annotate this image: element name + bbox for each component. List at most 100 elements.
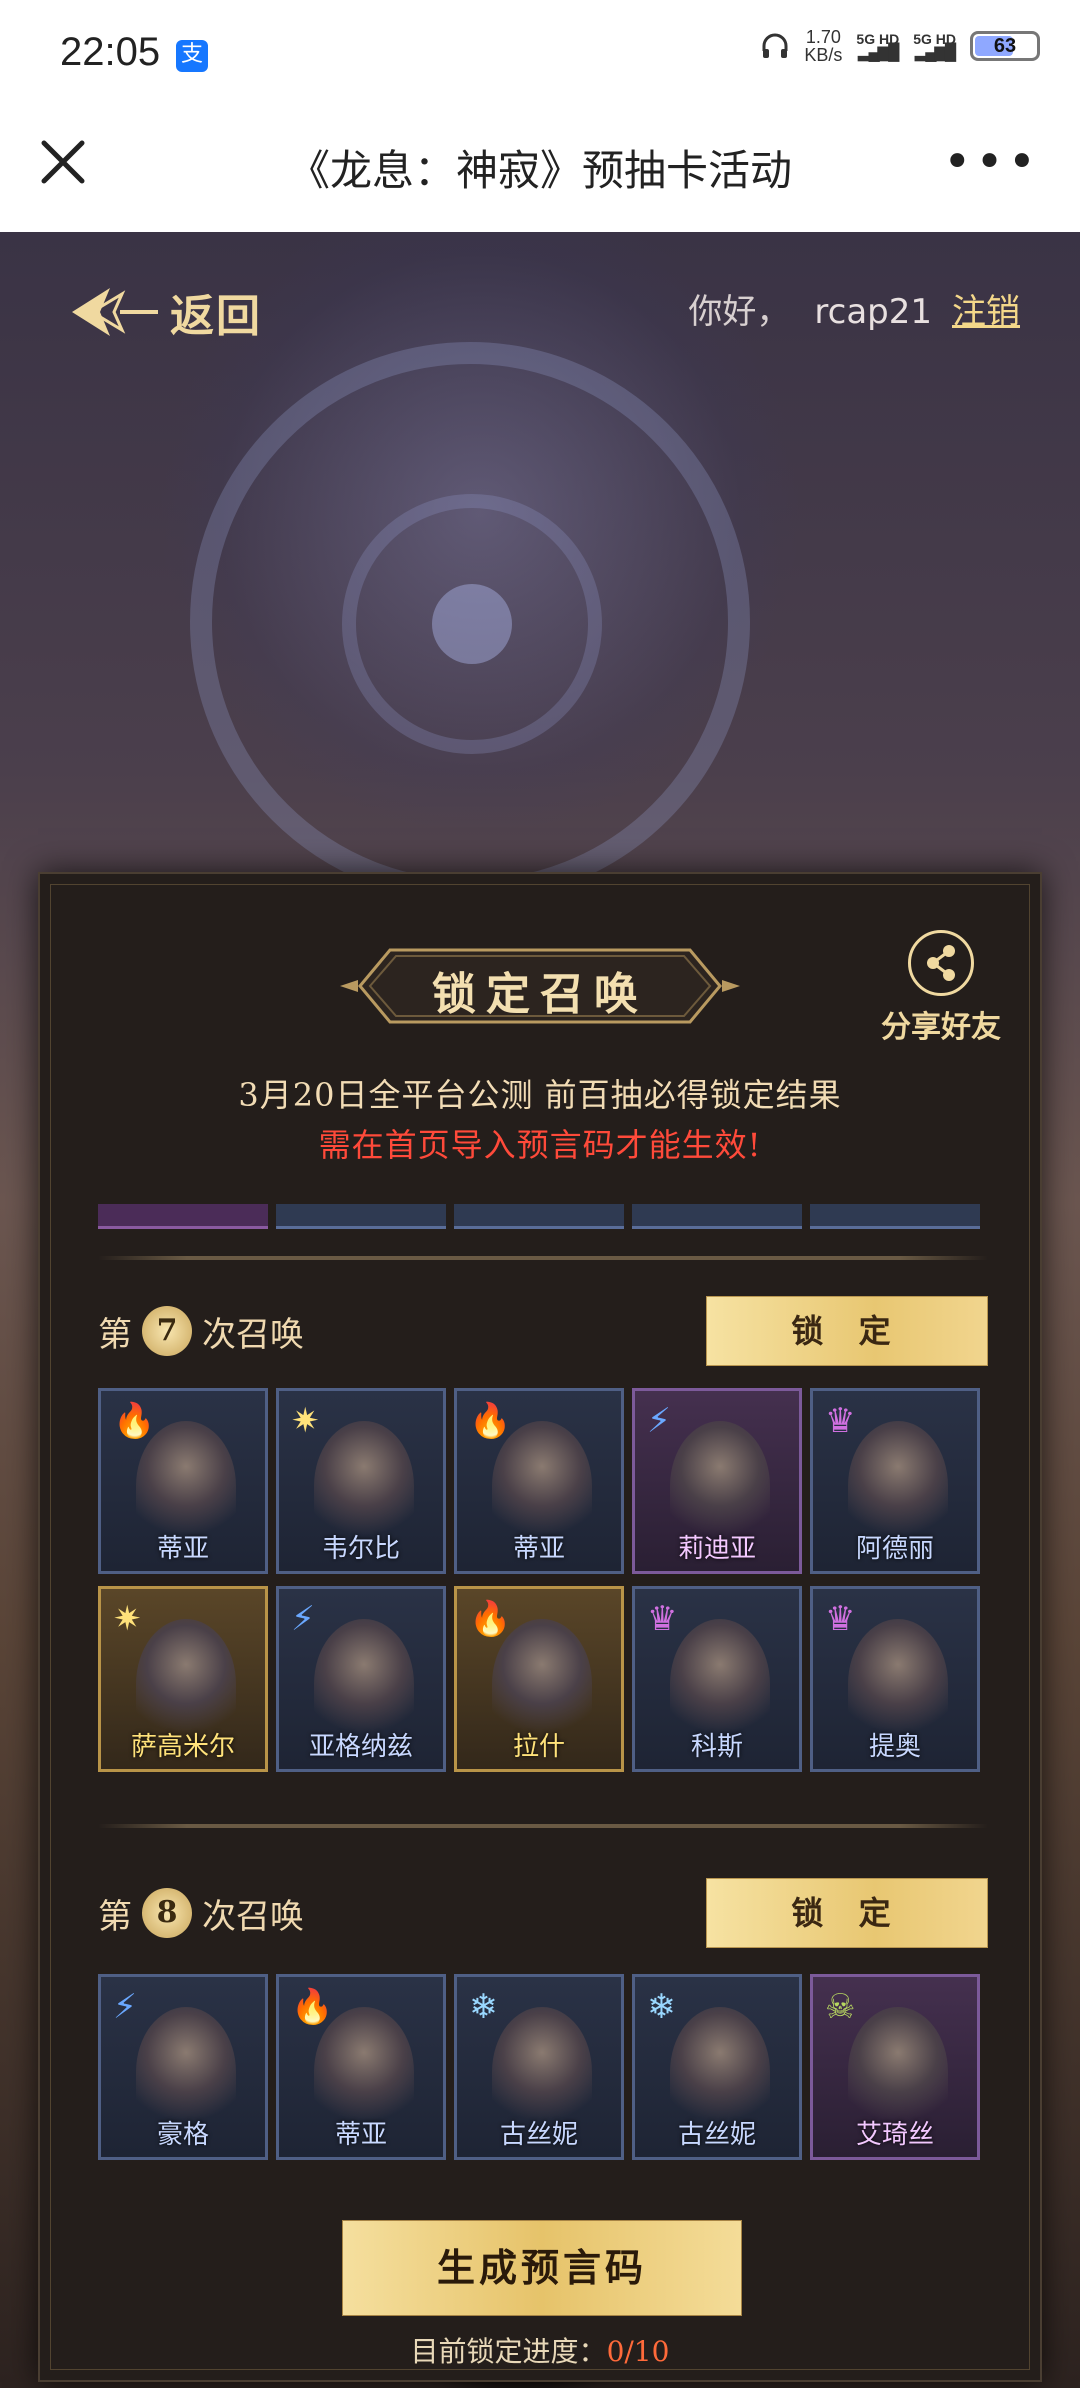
status-indicators: 1.70 KB/s 5G HD ▂▄▆█ 5G HD ▂▄▆█ 63 (760, 28, 1040, 64)
round-7-header: 第 7 次召唤 锁 定 (98, 1296, 988, 1366)
ice-element-icon: ❄ (647, 1987, 676, 2027)
background-wheel (190, 342, 750, 902)
lock-round-7-button[interactable]: 锁 定 (706, 1296, 988, 1366)
hero-card[interactable]: ⚡ 亚格纳兹 (276, 1586, 446, 1772)
signal-sim1: 5G HD ▂▄▆█ (856, 32, 899, 61)
lock-summon-panel: 锁定召唤 分享好友 3月20日全平台公测 前百抽必得锁定结果 需在首页导入预言码… (38, 872, 1042, 2382)
webview-title-bar: 《龙息：神寂》预抽卡活动 ••• (0, 92, 1080, 232)
round-prefix: 第 (98, 1896, 132, 1937)
page-title: 《龙息：神寂》预抽卡活动 (287, 146, 792, 195)
dark-element-icon: ♛ (825, 1401, 856, 1441)
hero-name: 豪格 (156, 2120, 209, 2150)
launch-notice: 3月20日全平台公测 前百抽必得锁定结果 (238, 1076, 842, 1114)
round-number-badge: 8 (142, 1888, 192, 1938)
lightning-element-icon: ⚡ (647, 1401, 671, 1441)
share-friends-button[interactable]: 分享好友 (876, 930, 1006, 1046)
hero-name: 蒂亚 (512, 1534, 565, 1564)
divider (98, 1256, 988, 1260)
hero-card[interactable]: ✷ 韦尔比 (276, 1388, 446, 1574)
progress-value: 0/10 (606, 2335, 670, 2368)
hero-card[interactable]: ♛ 科斯 (632, 1586, 802, 1772)
hero-name: 亚格纳兹 (308, 1732, 413, 1762)
hero-card[interactable]: ❄ 古丝妮 (632, 1974, 802, 2160)
alipay-icon: 支 (176, 40, 208, 72)
hero-card[interactable]: 🔥 蒂亚 (276, 1974, 446, 2160)
hero-name: 韦尔比 (321, 1534, 400, 1564)
fire-element-icon: 🔥 (469, 1401, 512, 1441)
hero-name: 拉什 (512, 1732, 565, 1762)
hero-card[interactable]: 🔥 蒂亚 (98, 1388, 268, 1574)
user-greeting: 你好， rcap21 注销 (688, 284, 1020, 333)
signal-bars-icon: ▂▄▆█ (858, 44, 899, 61)
round-number-badge: 7 (142, 1306, 192, 1356)
hero-card[interactable]: 🔥 拉什 (454, 1586, 624, 1772)
round-8-cards: ⚡ 豪格 🔥 蒂亚 ❄ 古丝妮 ❄ 古丝妮 ☠ 艾琦丝 (98, 1974, 988, 2160)
status-time: 22:05 (60, 30, 161, 74)
fire-element-icon: 🔥 (113, 1401, 156, 1441)
hero-card[interactable]: ⚡ 莉迪亚 (632, 1388, 802, 1574)
lightning-element-icon: ⚡ (113, 1987, 137, 2027)
round-label: 第 8 次召唤 (98, 1888, 304, 1938)
progress-label: 目前锁定进度： (410, 2335, 607, 2368)
hero-card[interactable]: ⚡ 豪格 (98, 1974, 268, 2160)
hero-name: 萨高米尔 (130, 1732, 235, 1762)
game-page: 返回 你好， rcap21 注销 锁定召唤 分享好友 3月20日全平台公测 前百抽必… (0, 232, 1080, 2388)
import-warning: 需在首页导入预言码才能生效! (318, 1126, 762, 1164)
back-button[interactable]: 返回 (70, 280, 262, 344)
hero-card[interactable]: ♛ 提奥 (810, 1586, 980, 1772)
hero-card[interactable]: ✷ 萨高米尔 (98, 1586, 268, 1772)
back-arrow-icon (72, 288, 158, 336)
lock-round-8-button[interactable]: 锁 定 (706, 1878, 988, 1948)
greeting-text: 你好， (688, 292, 791, 332)
signal-bars-icon: ▂▄▆█ (914, 44, 956, 61)
round-8-header: 第 8 次召唤 锁 定 (98, 1878, 988, 1948)
hero-name: 提奥 (868, 1732, 921, 1762)
lightning-element-icon: ⚡ (291, 1599, 315, 1639)
net-speed-value: 1.70 (805, 27, 841, 47)
hero-name: 艾琦丝 (855, 2120, 934, 2150)
hero-card[interactable]: ♛ 阿德丽 (810, 1388, 980, 1574)
back-label: 返回 (170, 291, 262, 342)
ice-element-icon: ❄ (469, 1987, 498, 2027)
lock-progress: 目前锁定进度：0/10 (40, 2330, 1040, 2370)
hero-card[interactable]: 🔥 蒂亚 (454, 1388, 624, 1574)
share-label: 分享好友 (881, 1010, 1001, 1045)
signal-sim2: 5G HD ▂▄▆█ (913, 32, 956, 61)
dark-element-icon: ♛ (825, 1599, 856, 1639)
round-suffix: 次召唤 (202, 1896, 304, 1937)
status-bar: 22:05 支 1.70 KB/s 5G HD ▂▄▆█ 5G HD ▂▄▆█ … (0, 0, 1080, 92)
hero-name: 科斯 (690, 1732, 743, 1762)
panel-title: 锁定召唤 (432, 969, 648, 1020)
summon-list[interactable]: 第 7 次召唤 锁 定 🔥 蒂亚 ✷ 韦尔比 🔥 蒂亚 ⚡ 莉迪亚 ♛ 阿德丽 ✷ 萨高米尔 ⚡ 亚格纳兹… (98, 1204, 988, 2162)
round-prefix: 第 (98, 1314, 132, 1355)
logout-link[interactable]: 注销 (952, 292, 1020, 332)
round-7-cards: 🔥 蒂亚 ✷ 韦尔比 🔥 蒂亚 ⚡ 莉迪亚 ♛ 阿德丽 ✷ 萨高米尔 ⚡ 亚格纳兹 🔥 拉什 ♛ 科斯 ♛ 提奥 (98, 1388, 988, 1772)
divider (98, 1824, 988, 1828)
hero-name: 莉迪亚 (677, 1534, 756, 1564)
share-icon (908, 930, 974, 996)
net-speed: 1.70 KB/s (804, 28, 842, 64)
light-element-icon: ✷ (291, 1401, 320, 1441)
username: rcap21 (814, 292, 932, 332)
hero-name: 蒂亚 (334, 2120, 387, 2150)
fire-element-icon: 🔥 (469, 1599, 512, 1639)
hero-name: 蒂亚 (156, 1534, 209, 1564)
headphones-icon (762, 33, 788, 58)
more-options-icon[interactable]: ••• (943, 138, 1040, 186)
dark-element-icon: ♛ (647, 1599, 678, 1639)
battery-level: 63 (993, 35, 1017, 57)
net-speed-unit: KB/s (804, 45, 843, 65)
hero-name: 古丝妮 (499, 2120, 578, 2150)
round-label: 第 7 次召唤 (98, 1306, 304, 1356)
fire-element-icon: 🔥 (291, 1987, 334, 2027)
hero-card[interactable]: ☠ 艾琦丝 (810, 1974, 980, 2160)
light-element-icon: ✷ (113, 1599, 142, 1639)
generate-code-button[interactable]: 生成预言码 (342, 2220, 742, 2316)
hero-card[interactable]: ❄ 古丝妮 (454, 1974, 624, 2160)
hero-name: 古丝妮 (677, 2120, 756, 2150)
previous-round-cards (98, 1204, 988, 1229)
round-suffix: 次召唤 (202, 1314, 304, 1355)
hero-name: 阿德丽 (855, 1534, 934, 1564)
poison-element-icon: ☠ (825, 1987, 856, 2027)
battery-icon: 63 (970, 31, 1040, 61)
